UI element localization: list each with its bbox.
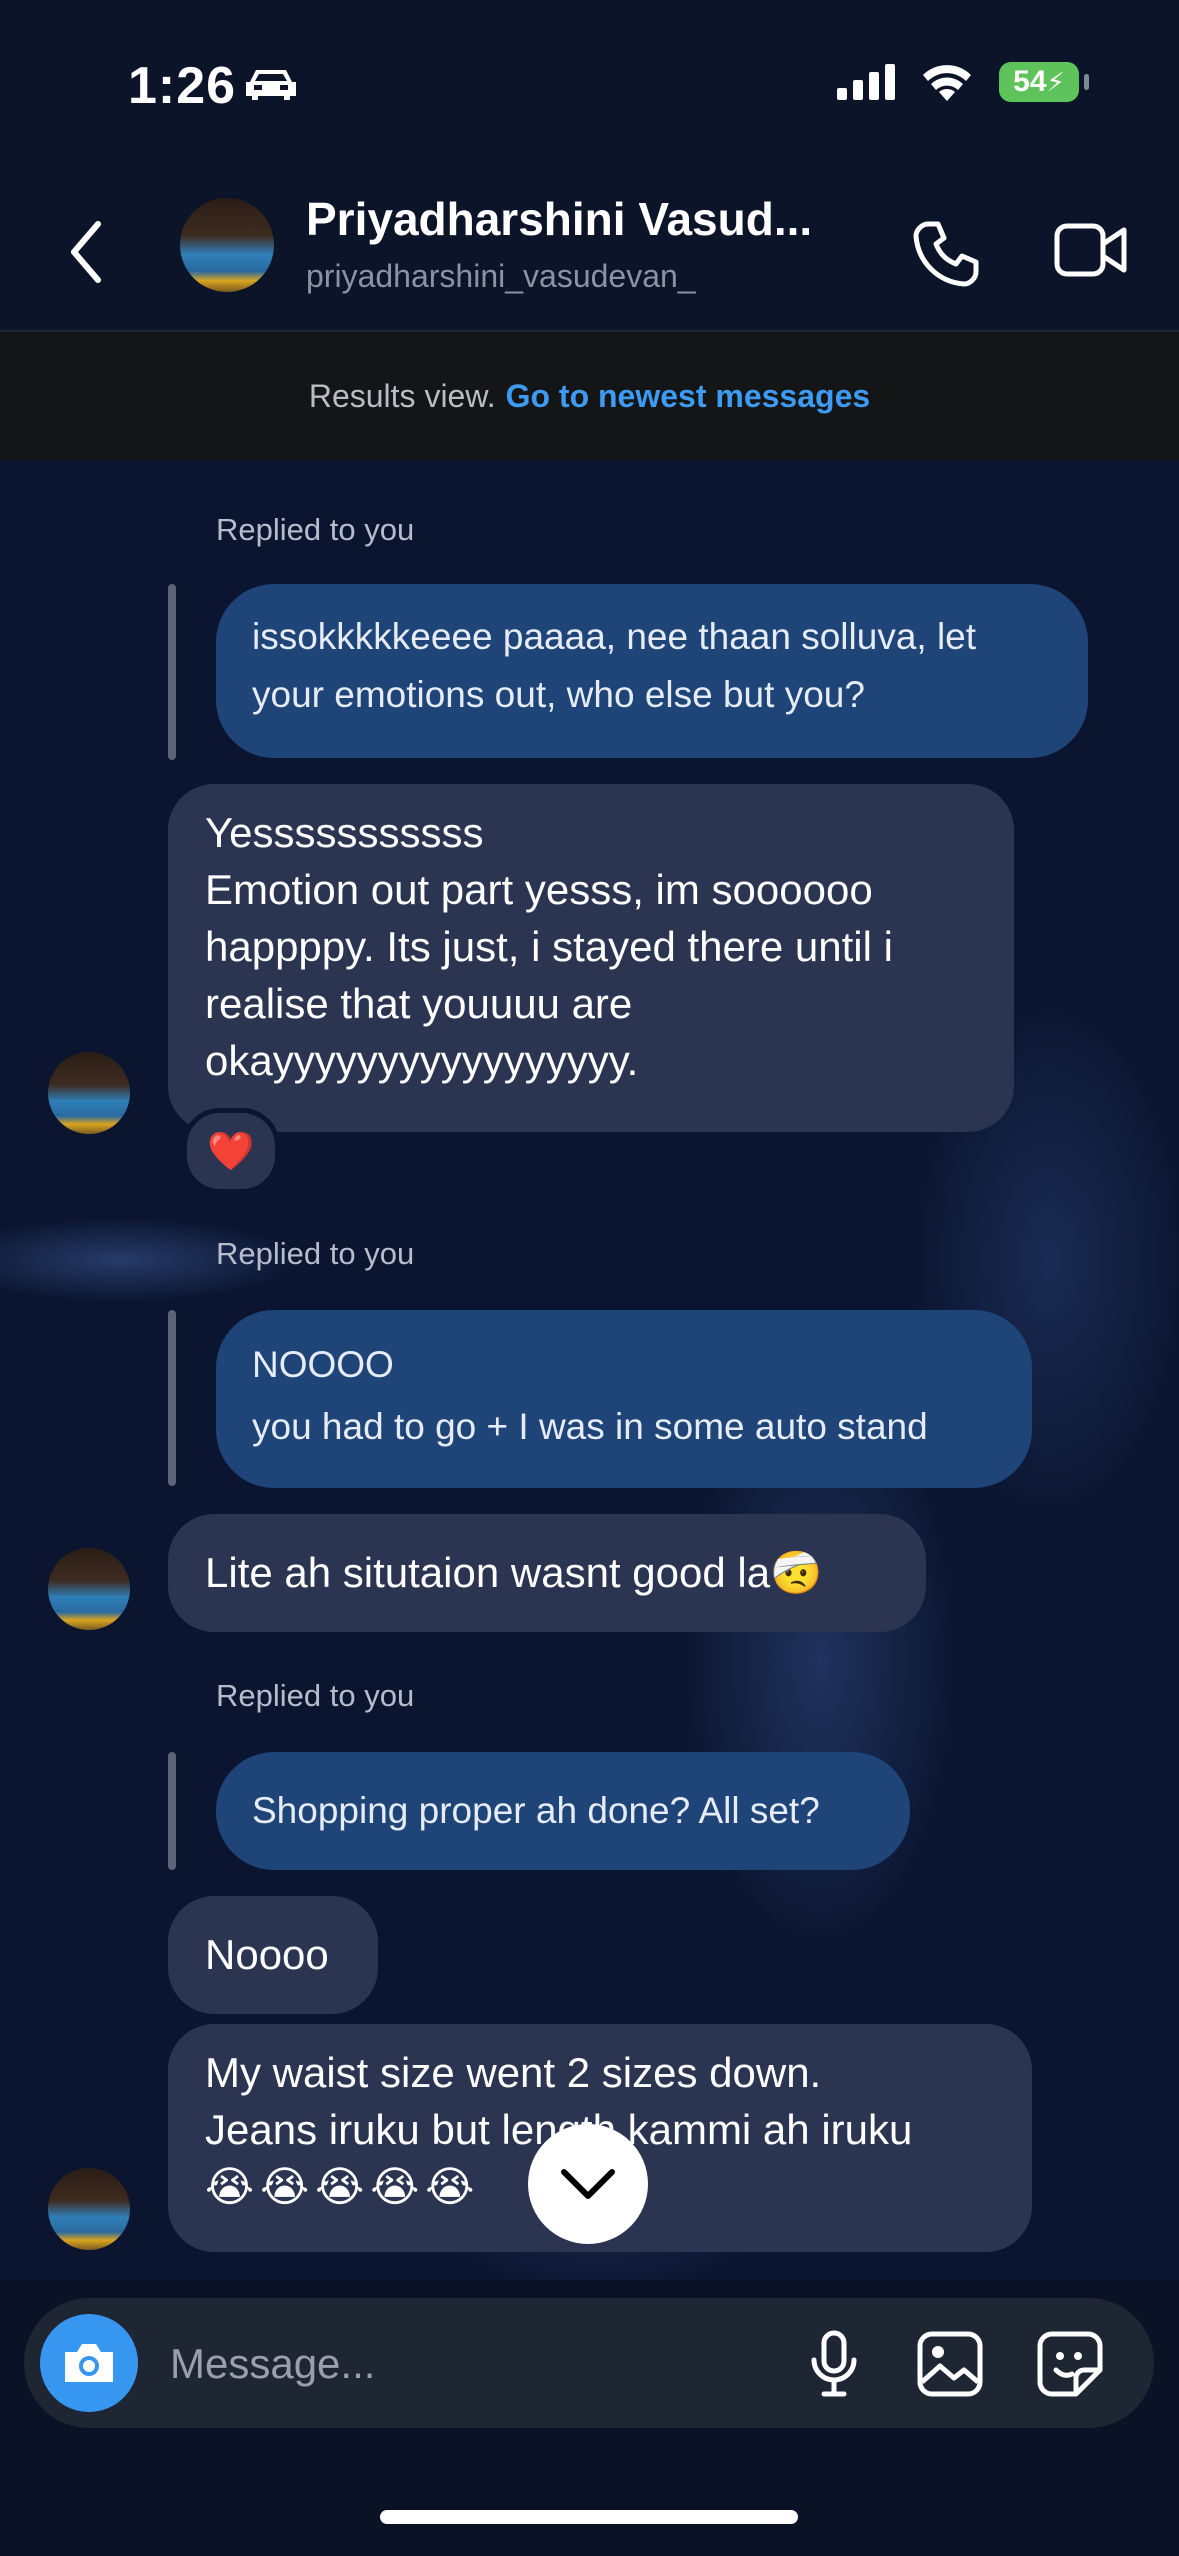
reply-indicator-line — [168, 1752, 176, 1870]
car-icon — [246, 70, 296, 100]
chevron-down-icon — [561, 2169, 615, 2199]
outgoing-message-bubble[interactable]: issokkkkkeeee paaaa, nee thaan solluva, … — [216, 584, 1088, 758]
replied-label: Replied to you — [216, 1678, 415, 1713]
contact-handle[interactable]: priyadharshini_vasudevan_ — [306, 258, 696, 295]
contact-avatar[interactable] — [180, 198, 274, 292]
message-line: NOOOO — [252, 1344, 394, 1385]
message-line: My waist size went 2 sizes down. — [205, 2049, 822, 2096]
signal-icon — [837, 64, 895, 100]
sender-avatar[interactable] — [48, 1052, 130, 1134]
message-line: Emotion out part yesss, im soooooo — [205, 866, 873, 913]
incoming-message-bubble[interactable]: Lite ah situtaion wasnt good la🤕 — [168, 1514, 926, 1632]
status-bar: 1:26 54 ⚡ — [0, 0, 1179, 170]
message-input[interactable] — [168, 2328, 772, 2400]
heart-reaction[interactable]: ❤️ — [182, 1108, 280, 1194]
outgoing-message-bubble[interactable]: NOOOO you had to go + I was in some auto… — [216, 1310, 1032, 1488]
message-text: Shopping proper ah done? All set? — [252, 1790, 820, 1831]
message-line: Yesssssssssss — [205, 809, 484, 856]
contact-name[interactable]: Priyadharshini Vasud... — [306, 192, 812, 246]
outgoing-message-bubble[interactable]: Shopping proper ah done? All set? — [216, 1752, 910, 1870]
message-line: your emotions out, who else but you? — [252, 674, 865, 715]
reply-indicator-line — [168, 1310, 176, 1486]
heart-icon: ❤️ — [207, 1128, 255, 1173]
message-line: okayyyyyyyyyyyyyyyyy. — [205, 1037, 639, 1084]
sender-avatar[interactable] — [48, 1548, 130, 1630]
camera-icon — [65, 2344, 113, 2382]
sender-avatar[interactable] — [48, 2168, 130, 2250]
message-composer — [24, 2298, 1154, 2428]
battery-icon: 54 ⚡ — [999, 62, 1089, 102]
message-line: realise that youuuu are — [205, 980, 633, 1027]
chat-header: Priyadharshini Vasud... priyadharshini_v… — [0, 170, 1179, 332]
back-chevron-icon[interactable] — [68, 220, 104, 284]
results-view-banner: Results view. Go to newest messages — [0, 332, 1179, 460]
microphone-icon[interactable] — [808, 2330, 860, 2398]
face-with-bandage-icon: 🤕 — [770, 1548, 823, 1597]
replied-label: Replied to you — [216, 1236, 415, 1271]
go-to-newest-link[interactable]: Go to newest messages — [506, 378, 871, 415]
incoming-message-bubble[interactable]: Noooo — [168, 1896, 378, 2014]
scroll-to-bottom-button[interactable] — [528, 2124, 648, 2244]
battery-level: 54 — [1013, 65, 1047, 98]
wifi-icon — [923, 65, 971, 101]
image-icon[interactable] — [916, 2330, 984, 2398]
reply-indicator-line — [168, 584, 176, 760]
replied-label: Replied to you — [216, 512, 415, 547]
sticker-icon[interactable] — [1036, 2330, 1104, 2398]
message-line: happppy. Its just, i stayed there until … — [205, 923, 893, 970]
message-text: Lite ah situtaion wasnt good la — [205, 1549, 771, 1596]
home-indicator[interactable] — [380, 2510, 798, 2524]
phone-icon[interactable] — [910, 218, 982, 290]
incoming-message-bubble[interactable]: Yesssssssssss Emotion out part yesss, im… — [168, 784, 1014, 1132]
results-view-text: Results view. — [308, 377, 496, 414]
message-line: issokkkkkeeee paaaa, nee thaan solluva, … — [252, 616, 977, 657]
video-icon[interactable] — [1054, 220, 1128, 280]
message-line: you had to go + I was in some auto stand — [252, 1406, 928, 1447]
camera-button[interactable] — [40, 2314, 138, 2412]
message-text: Noooo — [205, 1931, 329, 1978]
status-time: 1:26 — [128, 57, 237, 115]
